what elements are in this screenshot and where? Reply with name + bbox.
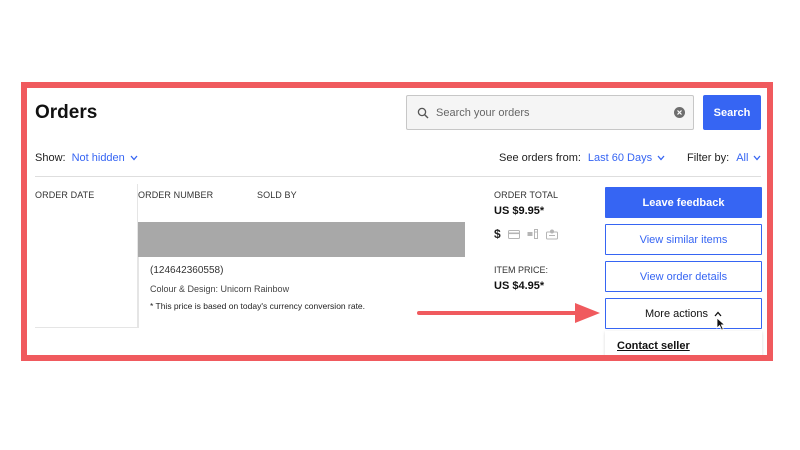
- card-icon: [507, 229, 520, 239]
- filter-by-label: Filter by:: [687, 152, 730, 164]
- order-date-cell: [35, 184, 138, 328]
- annotation-arrow-icon: [417, 303, 600, 323]
- filter-by[interactable]: Filter by: All: [687, 152, 761, 164]
- chevron-down-icon: [753, 155, 761, 161]
- order-status-icons: $: [494, 227, 558, 241]
- annotation-frame: Orders Search Show: Not hidden See order…: [21, 82, 773, 361]
- feedback-icon: [545, 229, 558, 239]
- order-total-value: US $9.95*: [494, 205, 545, 217]
- search-input[interactable]: [436, 106, 674, 119]
- divider: [35, 176, 761, 177]
- filter-by-value[interactable]: All: [736, 152, 748, 164]
- show-filter[interactable]: Show: Not hidden: [35, 152, 138, 164]
- more-actions-label: More actions: [645, 307, 708, 320]
- column-order-total: ORDER TOTAL: [494, 190, 559, 200]
- item-image-redacted: [138, 222, 465, 257]
- search-box[interactable]: [406, 95, 694, 130]
- view-similar-items-button[interactable]: View similar items: [605, 224, 762, 255]
- orders-from-filter[interactable]: See orders from: Last 60 Days: [499, 152, 665, 164]
- leave-feedback-button[interactable]: Leave feedback: [605, 187, 762, 218]
- orders-page: Orders Search Show: Not hidden See order…: [27, 88, 767, 355]
- item-variant: Colour & Design: Unicorn Rainbow: [150, 284, 290, 294]
- clear-search-icon[interactable]: [674, 107, 685, 118]
- shipped-icon: [527, 228, 538, 239]
- item-price-value: US $4.95*: [494, 280, 545, 292]
- mouse-cursor-icon: [716, 317, 726, 331]
- column-order-number: ORDER NUMBER: [138, 190, 214, 200]
- chevron-up-icon: [714, 311, 722, 316]
- item-number: (124642360558): [150, 265, 224, 276]
- currency-note: * This price is based on today's currenc…: [150, 301, 366, 311]
- search-icon: [417, 107, 429, 118]
- dollar-icon: $: [494, 227, 501, 241]
- show-label: Show:: [35, 152, 66, 164]
- orders-from-label: See orders from:: [499, 152, 581, 164]
- item-price-label: ITEM PRICE:: [494, 265, 549, 275]
- chevron-down-icon: [657, 155, 665, 161]
- column-sold-by: SOLD BY: [257, 190, 297, 200]
- view-order-details-button[interactable]: View order details: [605, 261, 762, 292]
- more-actions-button[interactable]: More actions: [605, 298, 762, 329]
- contact-seller-link[interactable]: Contact seller: [617, 340, 690, 352]
- orders-from-value[interactable]: Last 60 Days: [588, 152, 652, 164]
- page-title: Orders: [35, 102, 98, 123]
- search-button[interactable]: Search: [703, 95, 761, 130]
- show-value[interactable]: Not hidden: [72, 152, 125, 164]
- chevron-down-icon: [130, 155, 138, 161]
